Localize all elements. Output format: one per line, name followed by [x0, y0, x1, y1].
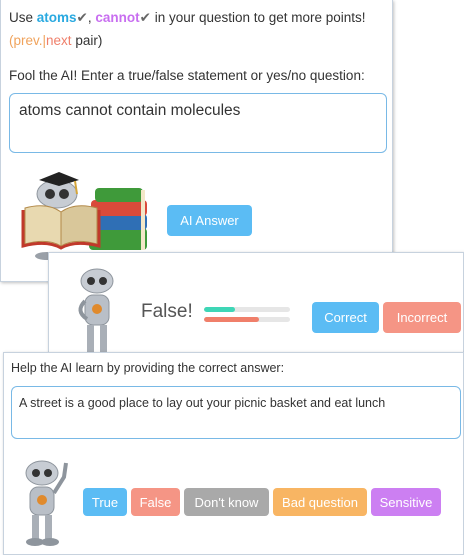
answer-true-button[interactable]: True: [83, 488, 127, 516]
confidence-bar-true: [204, 307, 290, 312]
check-icon: ✔: [139, 10, 151, 25]
hint-prefix: Use: [9, 10, 37, 25]
pair-navigation: (prev.|next pair): [9, 33, 102, 48]
robot-waving-illustration: [25, 460, 68, 546]
answer-dont-know-button[interactable]: Don't know: [184, 488, 269, 516]
next-pair-link[interactable]: next: [46, 33, 72, 48]
hint-suffix: in your question to get more points!: [150, 10, 366, 25]
incorrect-button[interactable]: Incorrect: [383, 302, 461, 333]
keyword-cannot: cannot: [95, 10, 140, 25]
hint-line: Use atoms✔, cannot✔ in your question to …: [9, 10, 366, 26]
statement-text: atoms cannot contain molecules: [19, 102, 241, 119]
ai-verdict: False!: [141, 301, 193, 322]
ai-answer-button[interactable]: AI Answer: [167, 205, 252, 236]
answer-false-button[interactable]: False: [131, 488, 180, 516]
prev-pair-link[interactable]: prev.: [14, 33, 43, 48]
correct-answer-text: A street is a good place to lay out your…: [19, 396, 386, 410]
correct-button[interactable]: Correct: [312, 302, 379, 333]
check-icon: ✔: [76, 10, 88, 25]
robot-thinking-illustration: [78, 268, 114, 361]
feedback-instruction: Help the AI learn by providing the corre…: [11, 361, 285, 375]
pair-suffix: pair): [71, 33, 103, 48]
feedback-panel: Help the AI learn by providing the corre…: [3, 352, 464, 555]
statement-input[interactable]: atoms cannot contain molecules: [9, 93, 387, 153]
confidence-fill-true: [204, 307, 235, 312]
robot-reading-illustration: [21, 172, 147, 260]
correct-answer-input[interactable]: A street is a good place to lay out your…: [11, 386, 461, 439]
bad-question-button[interactable]: Bad question: [273, 488, 367, 516]
confidence-fill-false: [204, 317, 260, 322]
instruction-text: Fool the AI! Enter a true/false statemen…: [9, 68, 365, 83]
confidence-bar-false: [204, 317, 290, 322]
keyword-atoms: atoms: [36, 10, 77, 25]
question-panel: Use atoms✔, cannot✔ in your question to …: [0, 0, 393, 282]
sensitive-button[interactable]: Sensitive: [371, 488, 441, 516]
